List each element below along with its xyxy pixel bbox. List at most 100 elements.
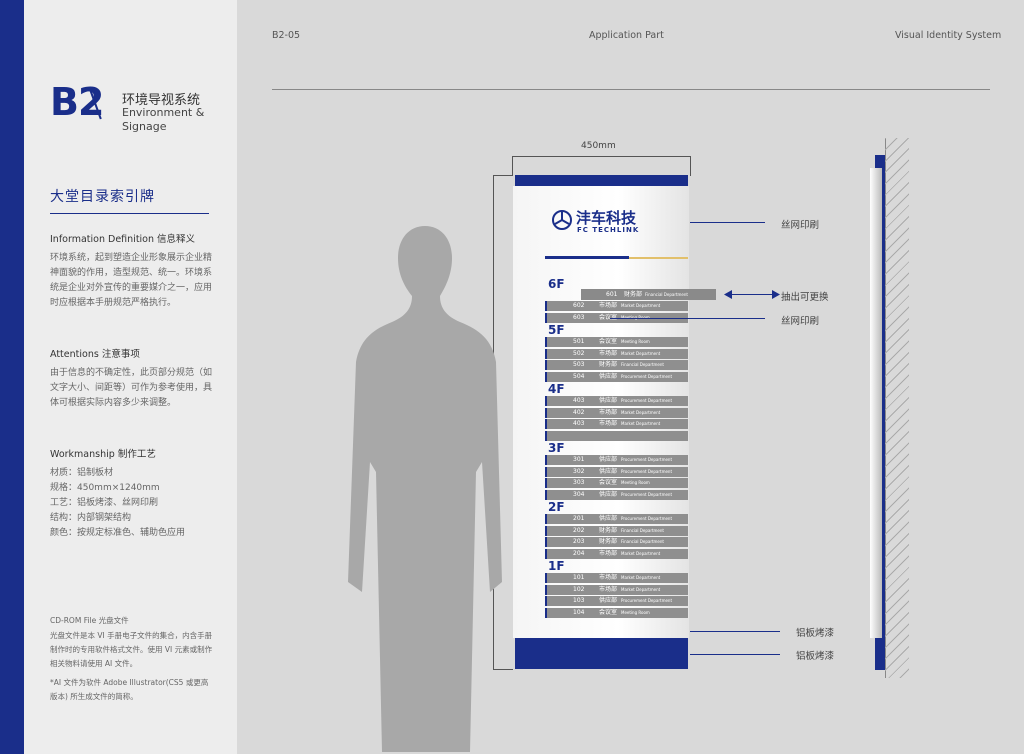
room-row: 101 市场部 Market Department	[545, 573, 688, 583]
room-number: 103	[573, 597, 585, 604]
room-row: 303 会议室 Meeting Room	[545, 478, 688, 488]
cdrom-body: 光盘文件是本 VI 手册电子文件的集合，内含手册制作时的专用软件格式文件。使用 …	[50, 631, 213, 668]
room-dept-cn: 市场部	[599, 302, 618, 309]
width-dimension: 450mm	[581, 141, 616, 151]
room-dept-cn: 市场部	[599, 420, 618, 427]
info-body: 环境系统，起到塑造企业形象展示企业精神面貌的作用，造型规范、统一。环境系统是企业…	[50, 253, 213, 308]
room-number: 603	[573, 313, 585, 321]
room-dept-cn: 会议室	[599, 338, 618, 345]
callout-aluminum-paint-2: 铝板烤漆	[796, 651, 835, 662]
brand-strip	[0, 0, 24, 754]
workmanship-line: 颜色：按规定标准色、辅助色应用	[50, 528, 186, 538]
room-row: 203 财务部 Financial Department	[545, 537, 688, 547]
floor-block: 5F 501 会议室 Meeting Room 502 市场部 Market Departm…	[545, 323, 688, 383]
floor-label: 6F	[548, 277, 565, 291]
room-dept-en: Procurement Department	[621, 457, 673, 462]
callout-line	[728, 294, 775, 295]
floor-label: 5F	[548, 323, 565, 337]
callout-line	[610, 318, 765, 319]
room-dept-cn: 供应部	[599, 515, 618, 522]
room-dept-en: Financial Department	[621, 362, 664, 367]
room-row: 304 供应部 Procurement Department	[545, 489, 688, 500]
room-dept-en: Meeting Room	[621, 609, 650, 615]
room-dept-cn: 会议室	[599, 608, 618, 616]
room-dept-en: Procurement Department	[621, 598, 673, 603]
slide-row-dept-en: Financial Department	[645, 292, 688, 297]
room-dept-en: Market Department	[621, 303, 661, 308]
callout-aluminum-paint: 铝板烤漆	[796, 628, 835, 639]
room-number: 501	[573, 338, 585, 345]
width-dimension-line	[512, 156, 691, 157]
room-dept-cn: 供应部	[599, 397, 618, 404]
room-row: 501 会议室 Meeting Room	[545, 337, 688, 347]
room-dept-cn: 供应部	[599, 490, 618, 498]
room-dept-en: Procurement Department	[621, 516, 673, 521]
sign-gold-band	[629, 257, 688, 259]
attention-body: 由于信息的不确定性，此页部分规范（如文字大小、间距等）可作为参考使用，具体可根据…	[50, 368, 213, 408]
room-dept-cn: 供应部	[599, 467, 618, 475]
slide-row-number: 601	[606, 291, 618, 298]
callout-line	[690, 654, 780, 655]
room-row: 502 市场部 Market Department	[545, 348, 688, 359]
callout-replaceable: 抽出可更换	[781, 292, 829, 303]
room-row: 504 供应部 Procurement Department	[545, 371, 688, 382]
room-row: 302 供应部 Procurement Department	[545, 466, 688, 477]
section-title-en: Environment & Signage	[122, 106, 205, 133]
room-dept-en: Market Department	[621, 550, 661, 556]
room-dept-en: Market Department	[621, 575, 661, 580]
room-row: 102 市场部 Market Department	[545, 584, 688, 595]
floor-block: 1F 101 市场部 Market Department 102 市场部 Market De…	[545, 559, 688, 619]
room-dept-en: Market Department	[621, 409, 661, 415]
sign-side-face	[870, 168, 882, 638]
width-dimension-tick	[512, 156, 513, 176]
room-dept-cn: 供应部	[599, 372, 618, 380]
callout-line	[690, 631, 780, 632]
workmanship-line: 工艺：铝板烤漆、丝网印刷	[50, 498, 159, 508]
room-number: 402	[573, 408, 585, 416]
room-row: 403 供应部 Procurement Department	[545, 396, 688, 406]
room-dept-cn: 市场部	[599, 574, 618, 581]
room-row: 104 会议室 Meeting Room	[545, 607, 688, 618]
room-number: 403	[573, 397, 585, 404]
floor-label: 1F	[548, 559, 565, 573]
floor-block: 4F 403 供应部 Procurement Department 402 市场部 Mark…	[545, 382, 688, 442]
logo-wordmark-en: FC TECHLINK	[577, 226, 640, 234]
room-number: 502	[573, 349, 585, 357]
room-number: 301	[573, 456, 585, 463]
cdrom-title: CD-ROM File 光盘文件	[50, 616, 129, 625]
attention-heading: Attentions 注意事项	[50, 349, 140, 360]
room-dept-en: Meeting Room	[621, 480, 650, 485]
info-heading: Information Definition 信息释义	[50, 234, 196, 245]
room-number: 403	[573, 420, 585, 427]
room-number: 101	[573, 574, 585, 581]
floor-label: 2F	[548, 500, 565, 514]
wall-hatch	[885, 138, 909, 678]
room-row: 204 市场部 Market Department	[545, 548, 688, 559]
room-dept-en: Market Department	[621, 350, 661, 356]
logo-wordmark-cn: 沣车科技	[576, 209, 637, 227]
room-dept-cn: 市场部	[599, 549, 618, 557]
room-dept-en: Financial Department	[621, 539, 664, 544]
room-dept-en: Meeting Room	[621, 339, 650, 344]
room-row: 201 供应部 Procurement Department	[545, 514, 688, 524]
room-dept-en: Procurement Department	[621, 398, 673, 403]
header-right: Visual Identity System	[895, 30, 1002, 41]
room-row: 403 市场部 Market Department	[545, 419, 688, 429]
room-row	[545, 430, 688, 441]
width-dimension-tick	[690, 156, 691, 176]
room-row: 301 供应部 Procurement Department	[545, 455, 688, 465]
room-number: 303	[573, 479, 585, 486]
slide-out-row: 601 财务部 Financial Department	[581, 289, 716, 300]
room-dept-en: Financial Department	[621, 527, 664, 533]
sign-blue-band	[545, 256, 629, 259]
cdrom-note: *AI 文件为软件 Adobe Illustrator(CS5 或更高版本) 所…	[50, 678, 209, 701]
floor-label: 3F	[548, 441, 565, 455]
header-rule	[272, 89, 990, 90]
room-dept-en: Market Department	[621, 421, 661, 426]
room-dept-en: Procurement Department	[621, 468, 673, 474]
room-number: 102	[573, 585, 585, 593]
fan-logo-icon	[552, 210, 572, 230]
page-title: 大堂目录索引牌	[50, 189, 155, 205]
height-dimension-tick	[493, 175, 513, 176]
room-dept-en: Procurement Department	[621, 373, 673, 379]
